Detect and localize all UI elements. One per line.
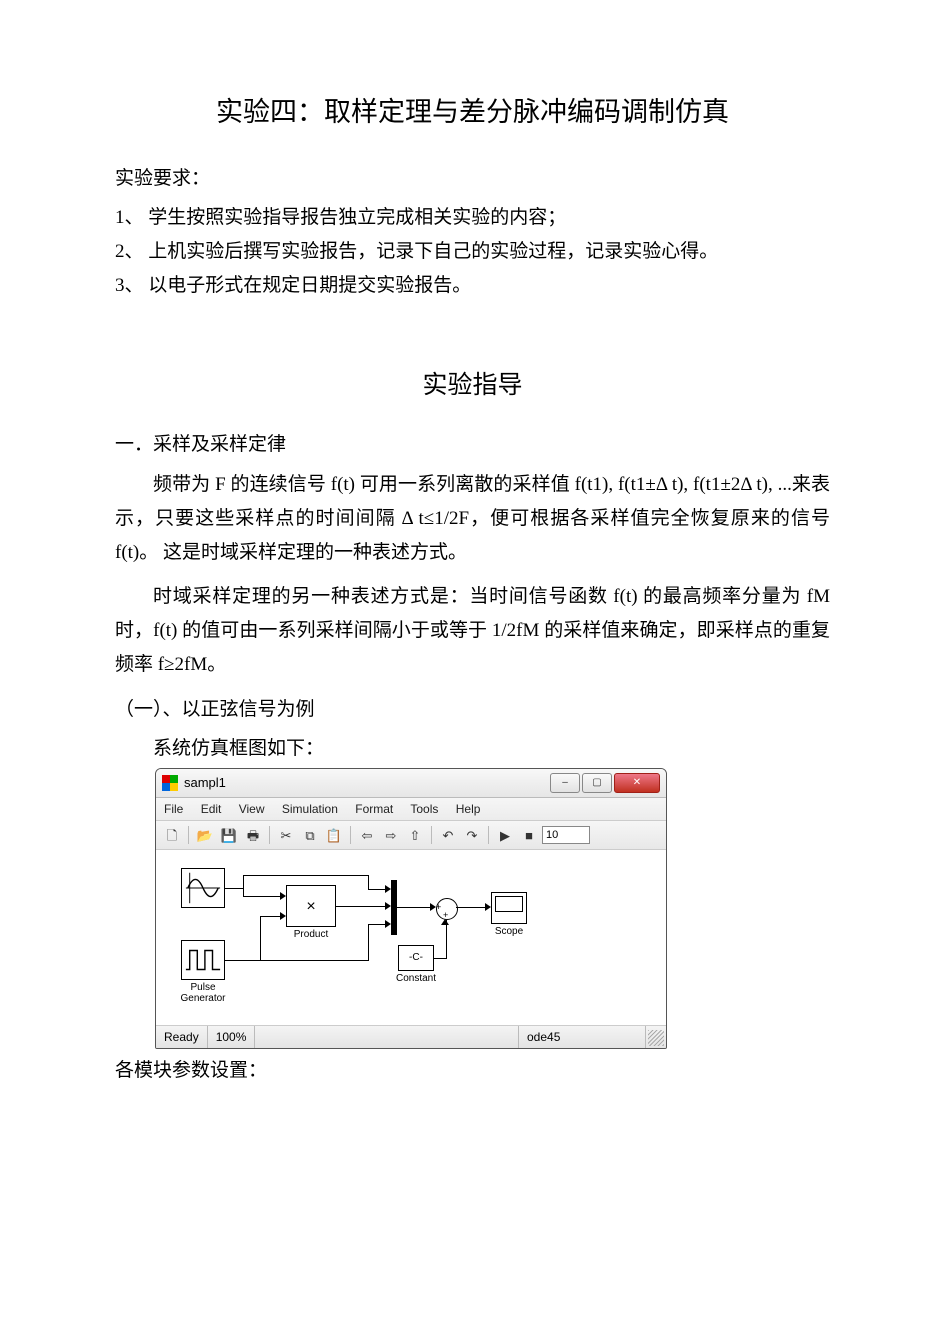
- wire: [397, 907, 430, 908]
- simulink-window: sampl1 – ▢ ✕ File Edit View Simulation F…: [155, 768, 667, 1049]
- status-zoom: 100%: [208, 1026, 256, 1048]
- redo-icon[interactable]: ↷: [461, 824, 483, 846]
- wire: [434, 958, 446, 959]
- constant-label: Constant: [381, 973, 451, 984]
- print-icon[interactable]: 🖶: [242, 824, 264, 846]
- up-icon[interactable]: ⇧: [404, 824, 426, 846]
- menu-format[interactable]: Format: [355, 802, 393, 816]
- app-icon: [162, 775, 178, 791]
- copy-icon[interactable]: ⧉: [299, 824, 321, 846]
- requirement-item: 1、 学生按照实验指导报告独立完成相关实验的内容；: [115, 201, 830, 235]
- status-spacer: [255, 1026, 519, 1048]
- menu-bar: File Edit View Simulation Format Tools H…: [156, 798, 666, 821]
- wire: [368, 924, 385, 925]
- back-icon[interactable]: ⇦: [356, 824, 378, 846]
- menu-view[interactable]: View: [239, 802, 265, 816]
- wire: [260, 916, 280, 917]
- requirement-item: 2、 上机实验后撰写实验报告，记录下自己的实验过程，记录实验心得。: [115, 235, 830, 269]
- separator: [188, 826, 189, 844]
- separator: [488, 826, 489, 844]
- wire: [260, 916, 261, 961]
- constant-block[interactable]: -C-: [398, 945, 434, 971]
- guide-title: 实验指导: [115, 363, 830, 408]
- pulse-generator-block[interactable]: [181, 940, 225, 980]
- wire: [243, 875, 244, 888]
- cut-icon[interactable]: ✂: [275, 824, 297, 846]
- minimize-button[interactable]: –: [550, 773, 580, 793]
- product-label: Product: [276, 929, 346, 940]
- scope-label: Scope: [474, 926, 544, 937]
- arrow-icon: [385, 902, 391, 910]
- ending-line: 各模块参数设置：: [115, 1054, 830, 1088]
- separator: [431, 826, 432, 844]
- sine-wave-block[interactable]: [181, 868, 225, 908]
- stop-icon[interactable]: ■: [518, 824, 540, 846]
- model-canvas[interactable]: Pulse Generator × Product + + -C- Consta…: [156, 850, 666, 1025]
- body-paragraph: 时域采样定理的另一种表述方式是：当时间信号函数 f(t) 的最高频率分量为 fM…: [115, 580, 830, 683]
- resize-grip-icon[interactable]: [648, 1030, 664, 1046]
- sum-block[interactable]: + +: [436, 898, 458, 920]
- arrow-icon: [430, 903, 436, 911]
- requirement-item: 3、 以电子形式在规定日期提交实验报告。: [115, 269, 830, 303]
- wire: [260, 960, 368, 961]
- wire: [368, 875, 369, 889]
- wire: [225, 960, 260, 961]
- save-icon[interactable]: 💾: [218, 824, 240, 846]
- window-titlebar[interactable]: sampl1 – ▢ ✕: [156, 769, 666, 798]
- arrow-icon: [280, 892, 286, 900]
- arrow-icon: [385, 885, 391, 893]
- maximize-button[interactable]: ▢: [582, 773, 612, 793]
- document-page: 实验四：取样定理与差分脉冲编码调制仿真 实验要求： 1、 学生按照实验指导报告独…: [0, 0, 945, 1337]
- pulse-generator-label: Pulse Generator: [168, 982, 238, 1004]
- body-paragraph: 频带为 F 的连续信号 f(t) 可用一系列离散的采样值 f(t1), f(t1…: [115, 468, 830, 571]
- separator: [350, 826, 351, 844]
- wire: [368, 924, 369, 961]
- close-button[interactable]: ✕: [614, 773, 660, 793]
- open-icon[interactable]: 📂: [194, 824, 216, 846]
- new-icon[interactable]: 🗋: [161, 824, 183, 846]
- figure-intro: 系统仿真框图如下：: [115, 732, 830, 766]
- arrow-icon: [485, 903, 491, 911]
- wire: [243, 875, 368, 876]
- menu-edit[interactable]: Edit: [201, 802, 222, 816]
- pulse-icon: [182, 941, 224, 979]
- paste-icon[interactable]: 📋: [323, 824, 345, 846]
- arrow-icon: [385, 920, 391, 928]
- separator: [269, 826, 270, 844]
- subsection-heading: （一）、以正弦信号为例: [115, 693, 830, 727]
- run-icon[interactable]: ▶: [494, 824, 516, 846]
- simulation-time-input[interactable]: 10: [542, 826, 590, 844]
- menu-simulation[interactable]: Simulation: [282, 802, 338, 816]
- wire: [243, 896, 280, 897]
- undo-icon[interactable]: ↶: [437, 824, 459, 846]
- menu-file[interactable]: File: [164, 802, 183, 816]
- wire: [243, 888, 244, 896]
- menu-help[interactable]: Help: [456, 802, 481, 816]
- wire: [368, 889, 385, 890]
- wire: [446, 920, 447, 959]
- arrow-icon: [280, 912, 286, 920]
- window-title: sampl1: [184, 775, 550, 791]
- sine-icon: [182, 869, 224, 907]
- section-heading: 一．采样及采样定律: [115, 428, 830, 462]
- status-ready: Ready: [156, 1026, 208, 1048]
- requirements-heading: 实验要求：: [115, 162, 830, 196]
- status-bar: Ready 100% ode45: [156, 1025, 666, 1048]
- product-symbol: ×: [306, 897, 315, 916]
- wire: [225, 888, 243, 889]
- status-solver: ode45: [519, 1026, 646, 1048]
- scope-block[interactable]: [491, 892, 527, 924]
- wire: [336, 906, 385, 907]
- arrow-icon: [441, 919, 449, 925]
- menu-tools[interactable]: Tools: [410, 802, 438, 816]
- forward-icon[interactable]: ⇨: [380, 824, 402, 846]
- wire: [456, 907, 485, 908]
- product-block[interactable]: ×: [286, 885, 336, 927]
- document-title: 实验四：取样定理与差分脉冲编码调制仿真: [115, 88, 830, 137]
- toolbar: 🗋 📂 💾 🖶 ✂ ⧉ 📋 ⇦ ⇨ ⇧ ↶ ↷ ▶ ■ 10: [156, 821, 666, 850]
- constant-symbol: -C-: [409, 952, 423, 964]
